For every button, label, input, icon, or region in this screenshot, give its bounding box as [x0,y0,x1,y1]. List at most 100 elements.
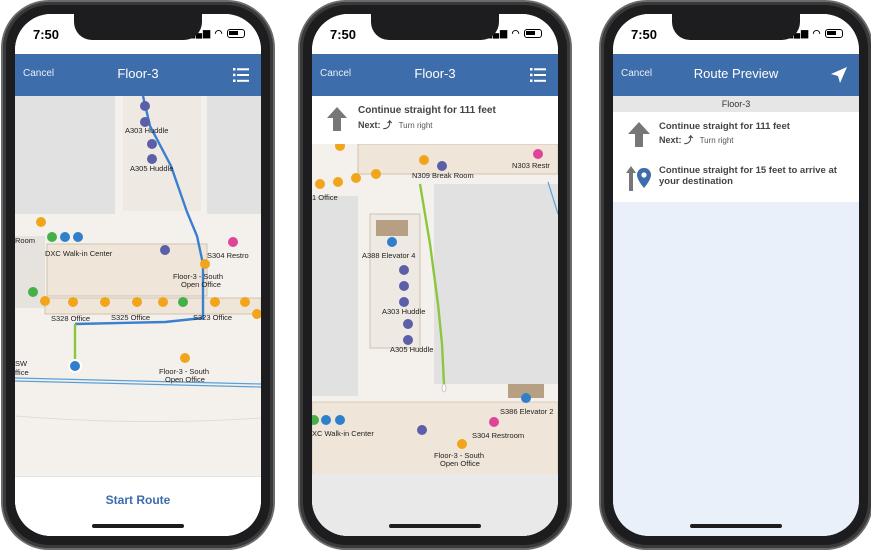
map-label-room: Room [15,236,35,245]
map-label-a303: A303 Huddle [382,307,425,316]
map-label-sw: SW [15,359,28,368]
step-text: Continue straight for 111 feet [659,121,790,132]
restroom-icon[interactable] [489,417,499,427]
battery-icon [524,29,542,39]
list-icon[interactable] [528,65,548,85]
next-turn-text: Turn right [398,121,433,130]
huddle-icon[interactable] [140,101,150,111]
office-icon[interactable] [200,259,210,269]
huddle-icon[interactable] [403,319,413,329]
step-next: Next: ⤴ Turn right [659,133,734,146]
nav-bar: Cancel Floor-3 [312,54,558,96]
office-icon[interactable] [36,217,46,227]
map-label-s325: S325 Office [111,313,150,322]
map-label-a305: A305 Huddle [130,164,173,173]
next-label: Next: [358,120,381,130]
map-label-a305: A305 Huddle [390,345,433,354]
service-icon[interactable] [178,297,188,307]
straight-arrow-icon [327,107,347,131]
home-indicator[interactable] [389,524,481,528]
home-indicator[interactable] [92,524,184,528]
map-label-a388: A388 Elevator 4 [362,251,415,260]
wifi-icon: ◠ [511,28,521,38]
huddle-icon[interactable] [399,265,409,275]
arrive-destination-icon [626,166,651,191]
floor-map[interactable]: N309 Break Room N303 Restr 1 Office A388… [312,144,558,536]
office-icon[interactable] [68,297,78,307]
status-time: 7:50 [33,27,60,42]
status-time: 7:50 [330,27,357,42]
wifi-icon: ◠ [214,28,224,38]
map-label-a303: A303 Huddle [125,126,168,135]
instruction-banner: Continue straight for 111 feet Next: ⤴ T… [312,96,558,144]
phone-notch [672,14,800,40]
location-arrow-icon[interactable] [829,65,849,85]
nav-title: Floor-3 [117,66,159,81]
map-label-n303: N303 Restr [512,161,550,170]
turn-right-icon: ⤴ [383,120,393,130]
straight-arrow-icon [628,122,650,147]
map-label-s323: S323 Office [193,313,232,322]
elevator-icon[interactable] [521,393,531,403]
route-preview-panel: Floor-3 Continue straight for 111 feet N… [613,96,859,536]
office-icon[interactable] [100,297,110,307]
office-icon[interactable] [371,169,381,179]
printer-icon[interactable] [437,161,447,171]
map-block [15,96,115,214]
huddle-icon[interactable] [147,154,157,164]
office-icon[interactable] [210,297,220,307]
nav-title: Route Preview [693,66,779,81]
floor-map[interactable]: A303 Huddle A305 Huddle Room DXC Walk-in… [15,96,261,536]
home-indicator[interactable] [690,524,782,528]
office-icon[interactable] [180,353,190,363]
route-step-list: Continue straight for 111 feet Next: ⤴ T… [613,112,859,202]
route-step[interactable]: Continue straight for 111 feet Next: ⤴ T… [613,112,859,156]
map-label-dxc: XC Walk-in Center [312,429,374,438]
floor-map-svg[interactable]: N309 Break Room N303 Restr 1 Office A388… [312,144,558,536]
elevator-icon[interactable] [321,415,331,425]
phone-notch [371,14,499,40]
restroom-icon[interactable] [533,149,543,159]
huddle-icon[interactable] [147,139,157,149]
office-icon[interactable] [419,155,429,165]
battery-icon [825,29,843,39]
office-icon[interactable] [315,179,325,189]
tools-icon[interactable] [73,232,83,242]
phone-screen-1: 7:50 ▂▄▆ ◠ Cancel Floor-3 A303 Huddle A3… [15,14,261,536]
printer-icon[interactable] [160,245,170,255]
map-label-office: ffice [15,368,29,377]
office-icon[interactable] [351,173,361,183]
huddle-icon[interactable] [399,297,409,307]
office-icon[interactable] [333,177,343,187]
tools-icon[interactable] [335,415,345,425]
next-instruction: Next: ⤴ Turn right [358,118,433,131]
nav-bar: Cancel Route Preview [613,54,859,96]
huddle-icon[interactable] [399,281,409,291]
floor-map-svg[interactable]: A303 Huddle A305 Huddle Room DXC Walk-in… [15,96,261,536]
office-icon[interactable] [40,296,50,306]
route-step[interactable]: Continue straight for 15 feet to arrive … [613,156,859,202]
office-icon[interactable] [240,297,250,307]
office-icon[interactable] [158,297,168,307]
map-label-office1: 1 Office [312,193,338,202]
phone-frame-2: 7:50 ▂▄▆ ◠ Cancel Floor-3 Continue strai… [300,2,570,548]
map-label-open-office: Open Office [181,280,221,289]
office-icon[interactable] [457,439,467,449]
phone-notch [74,14,202,40]
phone-screen-2: 7:50 ▂▄▆ ◠ Cancel Floor-3 Continue strai… [312,14,558,536]
map-label-n309: N309 Break Room [412,171,474,180]
service-icon[interactable] [28,287,38,297]
restroom-icon[interactable] [228,237,238,247]
elevator-icon[interactable] [387,237,397,247]
office-icon[interactable] [132,297,142,307]
elevator-icon[interactable] [60,232,70,242]
step-text: Continue straight for 15 feet to arrive … [659,165,837,187]
huddle-icon[interactable] [403,335,413,345]
service-icon[interactable] [47,232,57,242]
instruction-text: Continue straight for 111 feet [358,105,496,116]
start-route-button[interactable]: Start Route [15,493,261,507]
printer-icon[interactable] [417,425,427,435]
phone-frame-3: 7:50 ▂▄▆ ◠ Cancel Route Preview Floor-3 [601,2,871,548]
map-label-open-office: Open Office [440,459,480,468]
list-icon[interactable] [231,65,251,85]
